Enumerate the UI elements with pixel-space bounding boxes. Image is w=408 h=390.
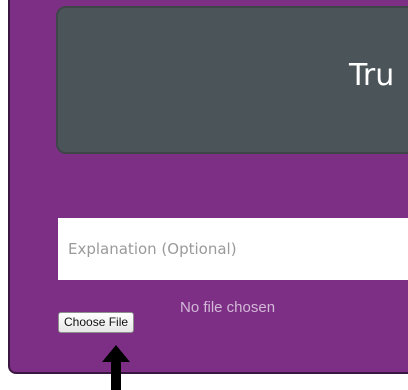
page: Tru Choose File No file chosen	[0, 0, 408, 390]
choose-file-button[interactable]: Choose File	[58, 312, 135, 333]
arrow-up-icon	[102, 345, 130, 390]
explanation-input[interactable]	[58, 218, 408, 280]
file-status-text: No file chosen	[180, 299, 276, 316]
header-title: Tru	[349, 58, 395, 93]
